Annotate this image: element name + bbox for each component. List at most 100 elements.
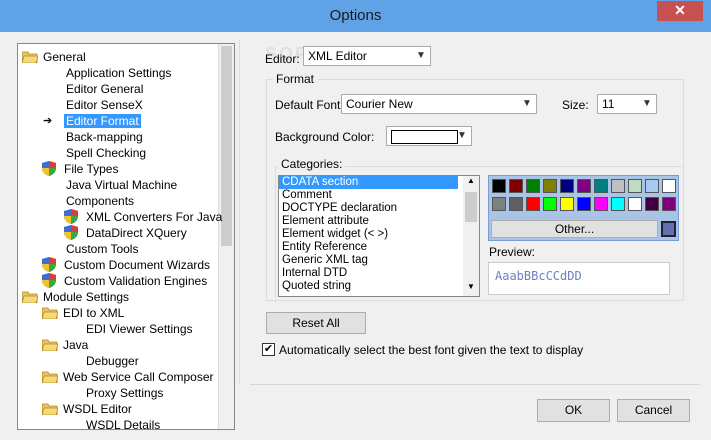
cancel-button[interactable]: Cancel bbox=[617, 399, 690, 422]
scroll-down-icon[interactable]: ▼ bbox=[463, 282, 479, 296]
list-item[interactable]: Quoted string bbox=[279, 280, 479, 293]
tree-item[interactable]: Components bbox=[64, 193, 136, 209]
tree-item[interactable]: EDI to XML bbox=[41, 305, 126, 321]
tree-item[interactable]: Spell Checking bbox=[64, 145, 148, 161]
color-swatch[interactable] bbox=[645, 179, 659, 193]
color-swatch[interactable] bbox=[594, 179, 608, 193]
format-group-title: Format bbox=[273, 72, 318, 86]
other-color-swatch[interactable] bbox=[661, 221, 676, 237]
tree-item[interactable]: Module Settings bbox=[21, 289, 131, 305]
default-font-combo[interactable]: Courier New ▼ bbox=[341, 94, 537, 114]
reset-all-button[interactable]: Reset All bbox=[266, 312, 366, 334]
tree-item-label: Custom Document Wizards bbox=[64, 258, 211, 272]
background-color-picker[interactable]: ▼ bbox=[386, 126, 472, 146]
size-label: Size: bbox=[562, 98, 589, 112]
tree-item-label: EDI to XML bbox=[63, 306, 125, 320]
color-swatch[interactable] bbox=[492, 179, 506, 193]
scroll-up-icon[interactable]: ▲ bbox=[463, 176, 479, 190]
tree-item[interactable]: Custom Validation Engines bbox=[42, 273, 209, 289]
tree-item[interactable]: WSDL Editor bbox=[41, 401, 134, 417]
color-swatch[interactable] bbox=[662, 179, 676, 193]
tree-item-label: Custom Validation Engines bbox=[64, 274, 208, 288]
tree-item[interactable]: EDI Viewer Settings bbox=[84, 321, 195, 337]
tree-item[interactable]: Debugger bbox=[84, 353, 141, 369]
tree-scrollbar[interactable] bbox=[218, 44, 234, 429]
categories-scrollbar-thumb[interactable] bbox=[465, 192, 477, 222]
tree-item-label: Spell Checking bbox=[66, 146, 147, 160]
tree-item[interactable]: Web Service Call Composer bbox=[41, 369, 216, 385]
color-swatch[interactable] bbox=[526, 197, 540, 211]
tree-item[interactable]: Custom Tools bbox=[64, 241, 140, 257]
shield-icon bbox=[64, 209, 78, 224]
tree-item[interactable]: File Types bbox=[42, 161, 120, 177]
color-swatch[interactable] bbox=[560, 179, 574, 193]
color-swatch[interactable] bbox=[543, 197, 557, 211]
color-swatch[interactable] bbox=[611, 179, 625, 193]
folder-open-icon bbox=[41, 403, 59, 416]
auto-select-label: Automatically select the best font given… bbox=[279, 343, 584, 357]
background-color-swatch bbox=[391, 130, 458, 144]
editor-label: Editor: bbox=[265, 52, 300, 66]
tree-item-label: Java bbox=[63, 338, 89, 352]
color-swatch[interactable] bbox=[645, 197, 659, 211]
other-color-button[interactable]: Other... bbox=[491, 220, 658, 238]
tree-item[interactable]: Custom Document Wizards bbox=[42, 257, 212, 273]
tree-item[interactable]: ➔ Editor Format bbox=[43, 113, 141, 129]
auto-select-checkbox[interactable]: ✔ bbox=[262, 343, 275, 356]
list-item[interactable]: Internal DTD bbox=[279, 267, 479, 280]
color-swatch[interactable] bbox=[509, 197, 523, 211]
color-swatch[interactable] bbox=[577, 179, 591, 193]
tree-item-label: Custom Tools bbox=[66, 242, 139, 256]
ok-button[interactable]: OK bbox=[537, 399, 610, 422]
list-item[interactable]: CDATA section bbox=[279, 176, 458, 189]
tree-item[interactable]: Editor SenseX bbox=[64, 97, 145, 113]
tree-item[interactable]: Proxy Settings bbox=[84, 385, 165, 401]
tree-item[interactable]: XML Converters For Java bbox=[64, 209, 224, 225]
list-item[interactable]: DOCTYPE declaration bbox=[279, 202, 479, 215]
tree-item-label: XML Converters For Java bbox=[86, 210, 223, 224]
color-swatch[interactable] bbox=[662, 197, 676, 211]
color-swatch[interactable] bbox=[492, 197, 506, 211]
color-swatch[interactable] bbox=[628, 179, 642, 193]
color-swatch[interactable] bbox=[509, 179, 523, 193]
tree-item[interactable]: Editor General bbox=[64, 81, 145, 97]
tree-item[interactable]: General bbox=[21, 49, 88, 65]
tree-item-label: WSDL Details bbox=[86, 418, 161, 430]
shield-icon bbox=[42, 161, 56, 176]
tree-item-label: Editor Format bbox=[64, 114, 141, 128]
tree-item[interactable]: WSDL Details bbox=[84, 417, 162, 430]
window-title: Options bbox=[329, 7, 382, 24]
tree-item[interactable]: Application Settings bbox=[64, 65, 173, 81]
categories-list[interactable]: CDATA section Comment DOCTYPE declaration E… bbox=[278, 175, 480, 297]
list-item[interactable]: Entity Reference bbox=[279, 241, 479, 254]
tree-item-label: Editor General bbox=[66, 82, 144, 96]
color-swatch[interactable] bbox=[526, 179, 540, 193]
color-swatch[interactable] bbox=[594, 197, 608, 211]
list-item[interactable]: Comment bbox=[279, 189, 479, 202]
list-item[interactable]: Element widget (< >) bbox=[279, 228, 479, 241]
tree-item[interactable]: Back-mapping bbox=[64, 129, 145, 145]
color-swatch[interactable] bbox=[560, 197, 574, 211]
tree-item[interactable]: Java Virtual Machine bbox=[64, 177, 179, 193]
default-font-value: Courier New bbox=[346, 97, 413, 111]
chevron-down-icon: ▼ bbox=[642, 98, 652, 109]
color-swatch[interactable] bbox=[628, 197, 642, 211]
tree-item-label: DataDirect XQuery bbox=[86, 226, 187, 240]
folder-open-icon bbox=[41, 307, 59, 320]
title-bar[interactable]: Options ✕ bbox=[0, 0, 711, 32]
list-item[interactable]: Element attribute bbox=[279, 215, 479, 228]
close-button[interactable]: ✕ bbox=[657, 1, 703, 21]
preview-box: AaabBBcCCdDD bbox=[488, 262, 670, 295]
vertical-divider bbox=[239, 40, 240, 385]
categories-scrollbar[interactable]: ▲ ▼ bbox=[463, 176, 479, 296]
size-combo[interactable]: 11 ▼ bbox=[597, 94, 657, 114]
editor-combo[interactable]: XML Editor ▼ bbox=[303, 46, 431, 66]
tree-item-label: Proxy Settings bbox=[86, 386, 164, 400]
color-swatch[interactable] bbox=[577, 197, 591, 211]
tree-item[interactable]: Java bbox=[41, 337, 90, 353]
list-item[interactable]: Generic XML tag bbox=[279, 254, 479, 267]
tree-item[interactable]: DataDirect XQuery bbox=[64, 225, 189, 241]
color-swatch[interactable] bbox=[611, 197, 625, 211]
folder-open-icon bbox=[41, 371, 59, 384]
color-swatch[interactable] bbox=[543, 179, 557, 193]
